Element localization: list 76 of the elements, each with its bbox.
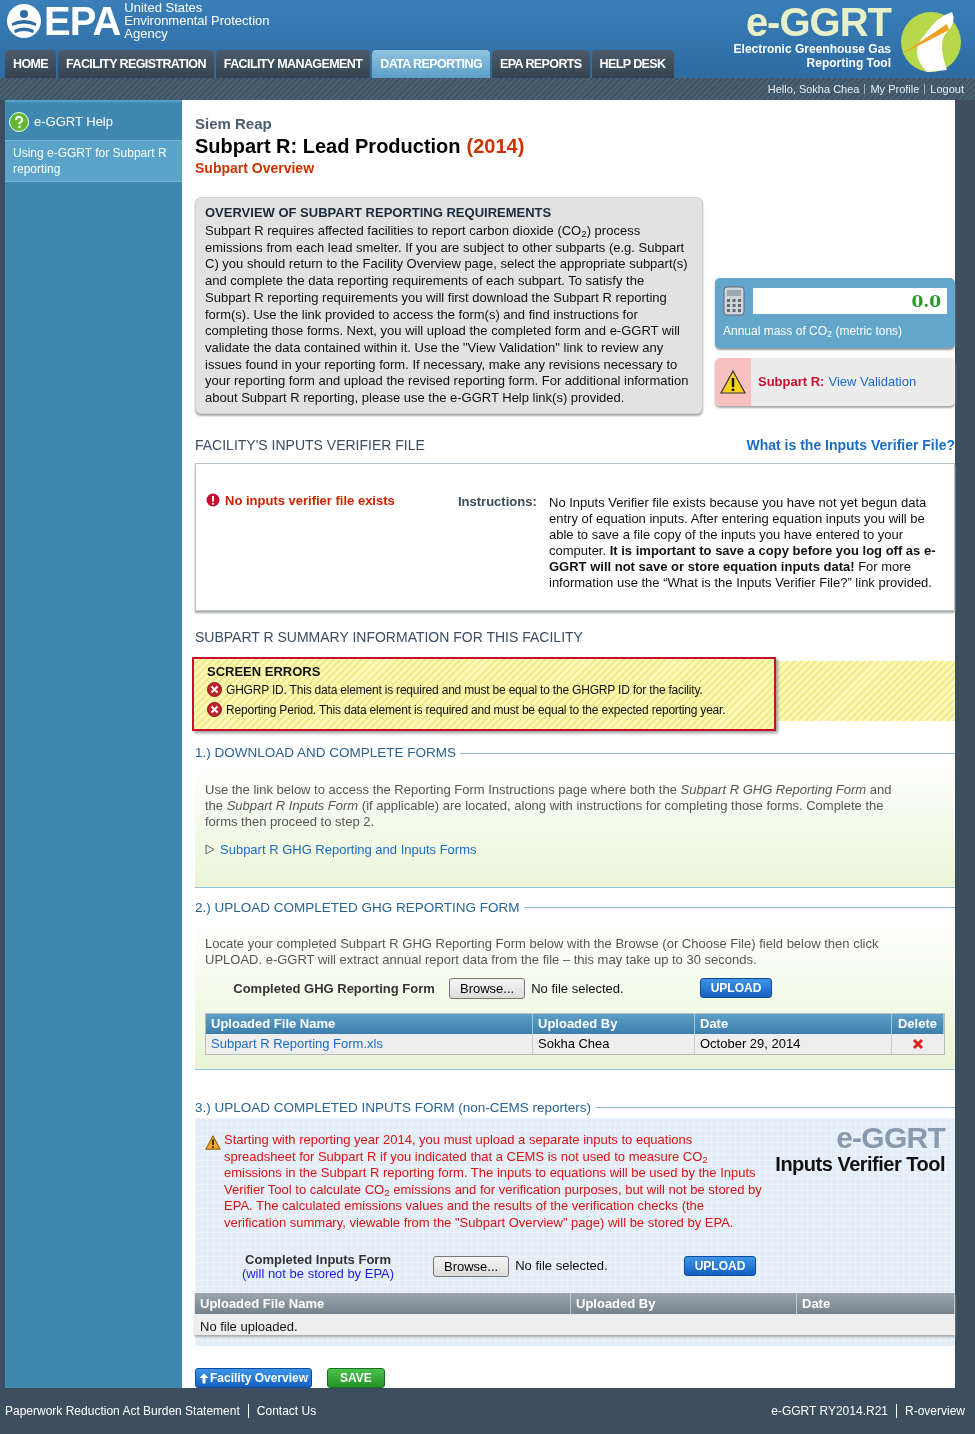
page-subtitle: Subpart Overview [195, 159, 316, 177]
overview-heading: OVERVIEW OF SUBPART REPORTING REQUIREMENTS [205, 205, 553, 221]
calculator-icon [723, 286, 745, 316]
field-label: Completed GHG Reporting Form [233, 980, 435, 996]
error-x-icon [207, 682, 222, 697]
co2-value-field: 0.0 [753, 288, 947, 314]
column-header: Date [797, 1292, 955, 1314]
tool-logo-text: e-GGRT [836, 1124, 945, 1152]
user-link[interactable]: My Profile [870, 80, 920, 98]
nav-tab[interactable]: FACILITY REGISTRATION [58, 50, 214, 78]
reporting-year: (2014) [466, 134, 525, 159]
epa-logo-icon [6, 3, 42, 39]
user-link[interactable]: Logout [930, 80, 964, 98]
section-heading: FACILITY'S INPUTS VERIFIER FILE [195, 435, 425, 455]
column-header: Uploaded File Name [195, 1292, 571, 1314]
column-header: Uploaded File Name [206, 1013, 533, 1034]
forms-link[interactable]: Subpart R GHG Reporting and Inputs Forms [220, 839, 477, 859]
tool-name-line: Electronic Greenhouse Gas [733, 42, 891, 56]
table-cell: October 29, 2014 [695, 1033, 892, 1054]
column-header: Uploaded By [533, 1013, 695, 1034]
egggrt-logo-text: e-GGRT [745, 2, 891, 42]
error-icon [206, 492, 220, 507]
warning-icon [205, 1135, 221, 1150]
facility-name: Siem Reap [195, 115, 273, 133]
instructions-text: No Inputs Verifier file exists because you have not yet begun data entry of equation inputs. After entering equation inputs you will be able to save a file copy of the inputs you have entered to your computer. It is important to save a copy before you log off as e-GGRT will not save or store equation inputs data! For more information use the “What is the Inputs Verifier File?” link provided. [549, 494, 937, 592]
browse-button[interactable]: Browse... [433, 1255, 510, 1277]
column-header: Delete [892, 1013, 944, 1034]
nav-tab[interactable]: FACILITY MANAGEMENT [215, 50, 371, 78]
step-instructions: Locate your completed Subpart R GHG Reporting Form below with the Browse (or Choose File) field below then click UPLOAD. e-GGRT will extract annual report data from the file – this may take up to 30 seconds. [205, 935, 880, 968]
screen-errors-title: SCREEN ERRORS [207, 662, 322, 680]
field-label: Completed Inputs Form [245, 1251, 391, 1267]
error-message: GHGRP ID. This data element is required and must be equal to the GHGRP ID for the facility. [226, 681, 703, 699]
file-status: No file selected. [531, 979, 624, 998]
footer-link[interactable]: e-GGRT RY2014.R21 [771, 1402, 888, 1420]
upload-button[interactable]: UPLOAD [699, 978, 773, 999]
nav-tab[interactable]: HELP DESK [591, 50, 674, 78]
nav-tab[interactable]: EPA REPORTS [492, 50, 590, 78]
agency-name-line: United States [124, 1, 204, 14]
empty-table-message: No file uploaded. [199, 1318, 299, 1334]
overview-text: Subpart R requires affected facilities to report carbon dioxide (CO$_{2}$) process emissions from each lead smelter. If you are subject to other subparts (e.g. Subpart C) you should return to the Facility Overview page, select the appropriate subpart(s) and complete the data reporting requirements of each subpart. To satisfy the Subpart R reporting requirements you will first download the Subpart R reporting form(s). Use the link provided to access the form(s) and find instructions for completing those forms. Next, you will upload the completed form and e-GGRT will validate the data contained within it. Use the "View Validation" link to review any issues found in your reporting form. If necessary, make any revisions necessary to your reporting form and upload the revised reporting form. For additional information about Subpart R reporting, please use the e-GGRT Help link(s) provided. [205, 223, 690, 407]
column-header: Date [695, 1013, 892, 1034]
agency-name-line: Agency [124, 27, 169, 40]
verifier-status: No inputs verifier file exists [225, 491, 395, 510]
column-header: Uploaded By [571, 1292, 797, 1314]
tool-name-line: Reporting Tool [806, 56, 891, 70]
section-heading: SUBPART R SUMMARY INFORMATION FOR THIS FACILITY [195, 627, 584, 647]
epa-wordmark: EPA [44, 1, 121, 41]
inputs-warning-text: Starting with reporting year 2014, you must upload a separate inputs to equations spreadsheet for Subpart R if you indicated that a CEMS is not used to measure CO$_{2}$ emissions in the Subpart R reporting form. The inputs to equations will be used by the Inputs Verifier Tool to calculate CO$_{2}$ emissions and for verification purposes, but will not be stored by EPA. The calculated emissions values and the results of the verification checks (the verification summary, viewable from the "Subpart Overview" page) will be stored by EPA. [224, 1132, 763, 1232]
triangle-arrow-icon [205, 843, 215, 855]
nav-tab[interactable]: HOME [5, 50, 57, 78]
field-note: (will not be stored by EPA) [241, 1266, 395, 1281]
page-title: Subpart R: Lead Production [195, 134, 461, 159]
tool-logo-title: Inputs Verifier Tool [775, 1152, 945, 1176]
error-x-icon [207, 702, 222, 717]
table-cell: Sokha Chea [533, 1033, 695, 1054]
arrow-up-icon [199, 1372, 209, 1384]
view-validation-link[interactable]: View Validation [828, 372, 917, 392]
footer-link[interactable]: Paperwork Reduction Act Burden Statement [5, 1402, 240, 1420]
step-instructions: Use the link below to access the Reporting Form Instructions page where both the Subpart R GHG Reporting Form and the Subpart R Inputs Form (if applicable) are located, along with instructions for completing those forms. Complete the forms then proceed to step 2. [205, 781, 893, 830]
upload-button[interactable]: UPLOAD [683, 1256, 757, 1277]
error-message: Reporting Period. This data element is required and must be equal to the expected reporting year. [226, 701, 726, 719]
footer-link[interactable]: Contact Us [256, 1402, 317, 1420]
facility-overview-button[interactable]: Facility Overview [195, 1368, 313, 1388]
warning-icon [720, 370, 746, 394]
co2-meter-label: Annual mass of CO$_{2}$ (metric tons) [723, 323, 904, 340]
instructions-label: Instructions: [458, 492, 538, 511]
footer-link[interactable]: R-overview [905, 1402, 965, 1420]
validation-label: Subpart R: [758, 373, 825, 392]
agency-name-line: Environmental Protection [124, 14, 270, 27]
greeting-text: Hello, Sokha Chea [767, 81, 860, 97]
browse-button[interactable]: Browse... [449, 977, 526, 999]
delete-icon[interactable] [912, 1037, 924, 1050]
file-link[interactable]: Subpart R Reporting Form.xls [211, 1035, 383, 1051]
inputs-verifier-help-link[interactable]: What is the Inputs Verifier File? [746, 434, 955, 456]
file-status: No file selected. [515, 1257, 608, 1276]
help-icon [9, 112, 29, 132]
